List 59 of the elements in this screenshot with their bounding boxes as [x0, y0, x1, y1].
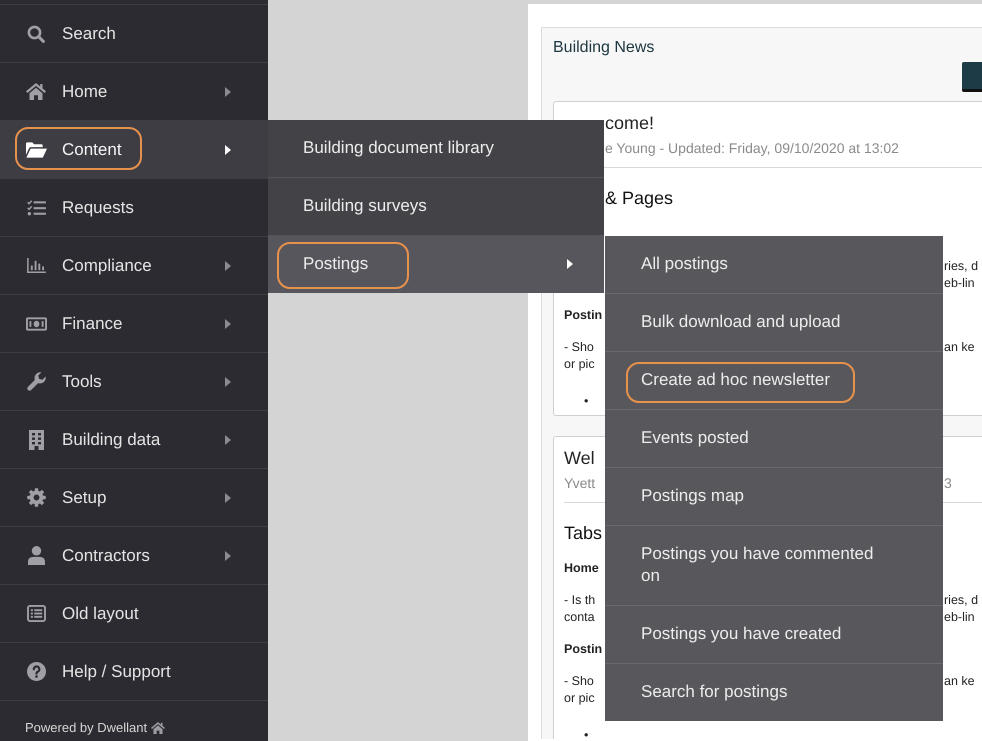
bar-chart-icon	[26, 258, 46, 273]
body-text: - Is th	[564, 592, 596, 609]
sidebar-item[interactable]: Tools	[0, 353, 268, 411]
folder-icon	[26, 142, 46, 158]
sidebar-item[interactable]: Search	[0, 5, 268, 63]
sidebar-item[interactable]: Finance	[0, 295, 268, 353]
post-title: Wel	[564, 447, 595, 470]
post-title: come!	[605, 112, 654, 135]
field-label: Postin	[564, 641, 602, 658]
body-text: - Sho	[564, 339, 594, 356]
menu-item[interactable]: Building document library	[268, 120, 604, 178]
body-text: an ke	[943, 673, 975, 690]
body-text: or pic	[564, 690, 595, 707]
section-heading: & Pages	[605, 187, 674, 210]
checklist-icon	[26, 200, 46, 216]
sidebar-item[interactable]: Setup	[0, 469, 268, 527]
sidebar-item[interactable]: Old layout	[0, 585, 268, 643]
post-meta: 3	[943, 474, 952, 493]
menu-item[interactable]: Postings you have created	[605, 606, 943, 664]
panel-button[interactable]	[962, 62, 982, 92]
sidebar-item[interactable]: Content	[0, 121, 268, 179]
house-icon	[26, 83, 46, 100]
search-icon	[27, 24, 45, 42]
body-text: ries, d	[943, 258, 978, 275]
section-heading: Tabs	[564, 522, 602, 545]
list-icon	[26, 605, 46, 622]
body-text: conta	[564, 609, 595, 626]
menu-item[interactable]: All postings	[605, 236, 943, 294]
menu-item[interactable]: Postings	[268, 236, 604, 293]
field-label: Postin	[564, 307, 602, 324]
house-icon	[151, 722, 166, 734]
menu-item[interactable]: Bulk download and upload	[605, 294, 943, 352]
powered-by-text: Powered by Dwellant	[25, 720, 148, 736]
post-meta: Yvett	[564, 474, 596, 493]
body-text: eb-lin	[943, 275, 975, 292]
menu-item[interactable]: Search for postings	[605, 664, 943, 721]
bullet-point: •	[584, 397, 588, 405]
person-icon	[28, 546, 44, 565]
body-text: eb-lin	[943, 609, 975, 626]
menu-item[interactable]: Postings you have commented on	[605, 526, 943, 606]
sidebar-item[interactable]: Building data	[0, 411, 268, 469]
post-meta: e Young - Updated: Friday, 09/10/2020 at 13:02	[605, 139, 899, 158]
panel-title: Building News	[553, 39, 654, 57]
sidebar-item[interactable]: Contractors	[0, 527, 268, 585]
sidebar-item[interactable]: Help / Support	[0, 643, 268, 701]
body-text: ries, d	[943, 592, 978, 609]
banknote-icon	[26, 316, 46, 330]
gear-icon	[26, 488, 46, 507]
field-label: Home	[564, 560, 599, 577]
help-icon	[26, 662, 46, 681]
body-text: - Sho	[564, 673, 594, 690]
bullet-point: •	[584, 731, 588, 739]
body-text: an ke	[943, 339, 975, 356]
menu-item[interactable]: Events posted	[605, 410, 943, 468]
building-icon	[28, 430, 44, 450]
body-text: or pic	[564, 356, 595, 373]
menu-item[interactable]: Create ad hoc newsletter	[605, 352, 943, 410]
menu-item[interactable]: Postings map	[605, 468, 943, 526]
wrench-icon	[26, 372, 46, 391]
